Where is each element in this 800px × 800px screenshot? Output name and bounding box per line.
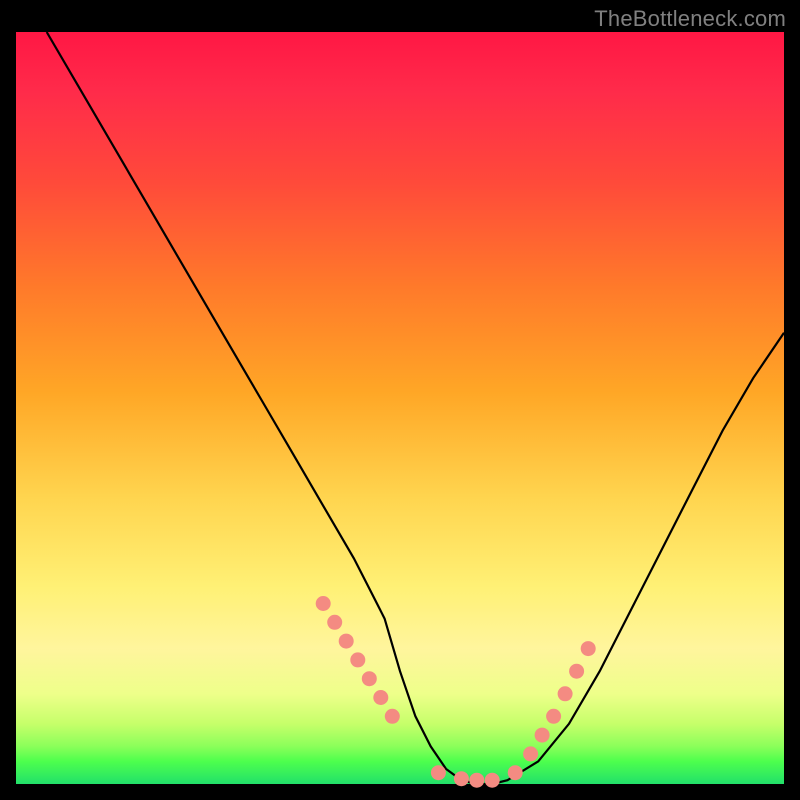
highlight-dot [546,709,561,724]
highlight-dot [508,765,523,780]
highlight-dot [373,690,388,705]
highlight-dot [327,615,342,630]
chart-gradient-bg [16,32,784,784]
highlight-dot [362,671,377,686]
highlight-dot [469,773,484,788]
highlight-dot [431,765,446,780]
highlight-dot [316,596,331,611]
highlight-dot [350,652,365,667]
highlight-dot [535,728,550,743]
chart-frame [12,28,788,788]
highlight-dot [523,746,538,761]
chart-svg [16,32,784,784]
highlight-dot [581,641,596,656]
highlight-dots [316,596,596,788]
highlight-dot [485,773,500,788]
highlight-dot [569,664,584,679]
bottleneck-curve [47,32,784,784]
highlight-dot [385,709,400,724]
highlight-dot [558,686,573,701]
highlight-dot [454,771,469,786]
highlight-dot [339,634,354,649]
